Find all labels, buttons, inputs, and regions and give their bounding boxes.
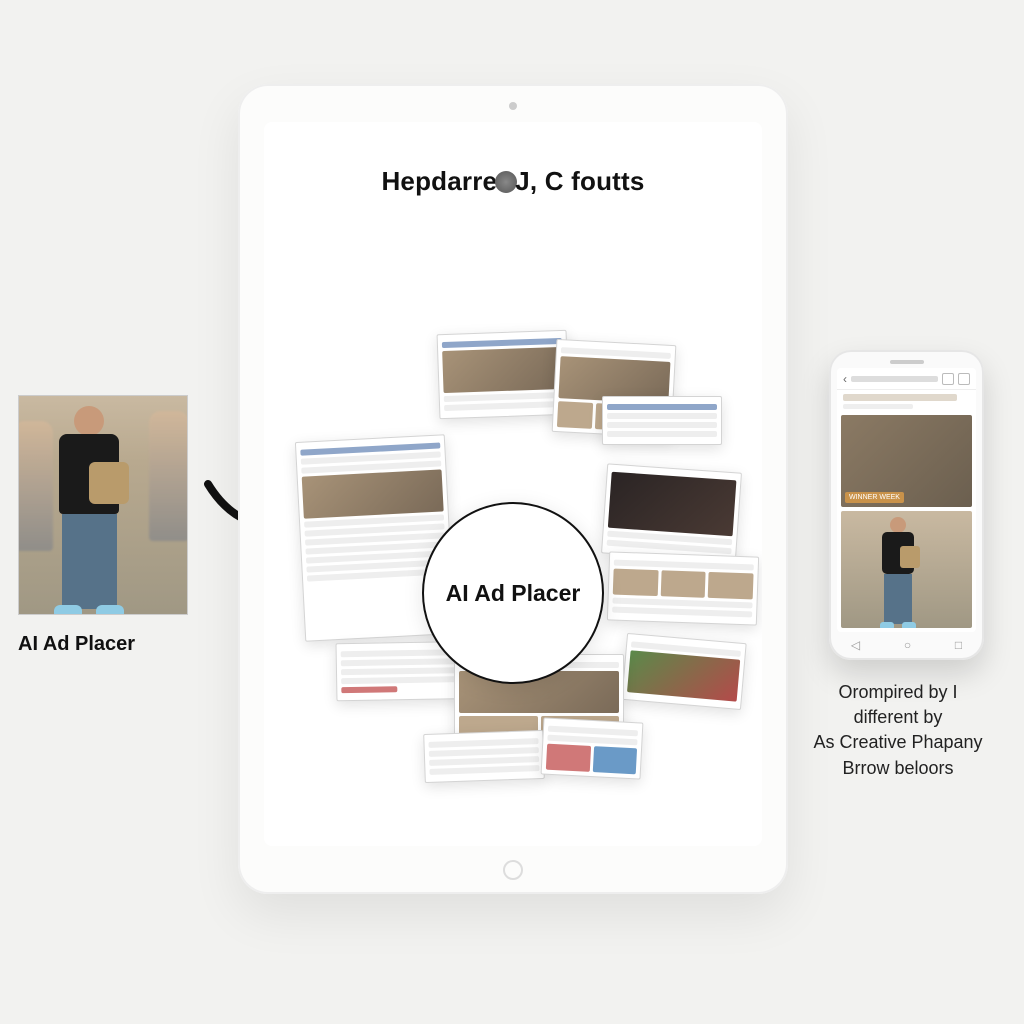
person-figure	[49, 406, 129, 615]
phone-hero-image: WINNER WEEK	[841, 415, 972, 507]
source-creative: AI Ad Placer	[18, 395, 188, 656]
caption-line: Orompired by I	[798, 680, 998, 705]
site-card	[423, 730, 545, 783]
nav-back-icon: ◁	[851, 638, 860, 652]
page-headline: Hepdarre J, C foutts	[264, 166, 762, 197]
tablet-device: Hepdarre J, C foutts	[238, 84, 788, 894]
headline-right: J, C foutts	[515, 166, 644, 196]
website-collage: AI Ad Placer	[304, 342, 722, 782]
site-card	[621, 633, 746, 710]
phone-nav-bar: ◁ ○ □	[829, 636, 984, 654]
phone-action-icon	[958, 373, 970, 385]
phone-placed-ad	[841, 511, 972, 628]
phone-title-placeholder	[851, 376, 938, 382]
tablet-home-button-icon	[503, 860, 523, 880]
ai-ad-placer-badge: AI Ad Placer	[422, 502, 604, 684]
phone-screen: ‹ WINNER WEEK	[837, 368, 976, 632]
caption-line: different by	[798, 705, 998, 730]
person-figure	[876, 517, 920, 628]
phone-caption: Orompired by I different by As Creative …	[798, 680, 998, 781]
site-card	[601, 463, 742, 562]
tablet-screen: Hepdarre J, C foutts	[264, 122, 762, 846]
globe-icon	[495, 171, 517, 193]
caption-line: As Creative Phapany	[798, 730, 998, 755]
site-card	[607, 551, 759, 625]
phone-device: ‹ WINNER WEEK ◁ ○ □	[829, 350, 984, 660]
caption-line: Brrow beloors	[798, 756, 998, 781]
site-card	[541, 717, 644, 779]
source-caption: AI Ad Placer	[18, 633, 188, 656]
headline-left: Hepdarre	[381, 166, 497, 196]
nav-home-icon: ○	[904, 638, 911, 652]
site-card	[437, 330, 570, 419]
nav-recent-icon: □	[955, 638, 962, 652]
source-photo	[18, 395, 188, 615]
site-card	[602, 396, 722, 445]
tablet-camera-icon	[509, 102, 517, 110]
phone-toolbar: ‹	[837, 368, 976, 390]
phone-action-icon	[942, 373, 954, 385]
back-icon: ‹	[843, 372, 847, 386]
phone-speaker-icon	[890, 360, 924, 364]
image-tag: WINNER WEEK	[845, 492, 904, 503]
phone-subheader	[837, 390, 976, 413]
